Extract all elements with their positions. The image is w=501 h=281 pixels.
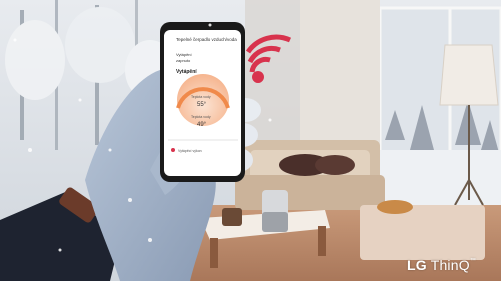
cat: [377, 200, 413, 214]
sofa: [235, 140, 385, 210]
app-title: Tepelné čerpadlo vzduch/voda: [176, 37, 237, 42]
temp-value-1: 55°: [197, 102, 207, 108]
window-right: [378, 6, 501, 210]
decor-pot: [222, 208, 242, 226]
panel-title: Vytápění: [176, 69, 197, 75]
app-tab-1: Vytápění: [176, 52, 193, 57]
scene-illustration: Tepelné čerpadlo vzduch/voda Vytápění za…: [0, 0, 501, 281]
temp-value-2: 49°: [197, 122, 207, 128]
lg-thinq-logo: LG ThinQ™: [407, 257, 477, 273]
temp-label-1: Teplota vody: [191, 95, 211, 99]
app-bottom-label: Vytápěcí výkon: [178, 149, 202, 153]
ottoman: [360, 205, 485, 260]
app-tab-2: zapnuto: [176, 58, 191, 63]
photo-scene: Tepelné čerpadlo vzduch/voda Vytápění za…: [0, 0, 501, 281]
smart-speaker: [262, 190, 288, 232]
temp-label-2: Teplota vody: [191, 115, 211, 119]
